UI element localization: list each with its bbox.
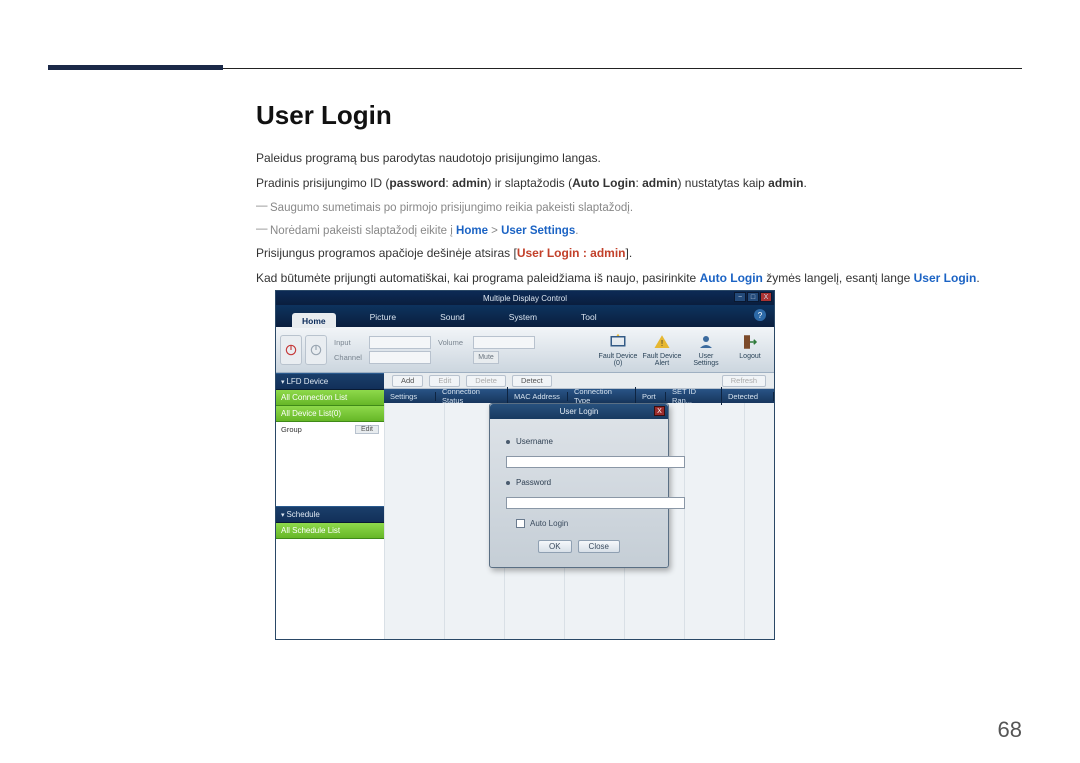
paragraph: Pradinis prisijungimo ID (password: admi… (256, 174, 1022, 193)
sidebar-head-schedule[interactable]: Schedule (276, 506, 384, 523)
add-button[interactable]: Add (392, 375, 423, 387)
tab-home[interactable]: Home (292, 313, 336, 328)
window-titlebar: Multiple Display Control − □ X (276, 291, 774, 305)
sidebar-group-area: Group Edit (276, 422, 384, 506)
username-label: Username (516, 437, 553, 446)
auto-login-label: Auto Login (530, 519, 568, 528)
user-settings-button[interactable]: User Settings (686, 332, 726, 367)
logout-button[interactable]: Logout (730, 332, 770, 367)
paragraph: Prisijungus programos apačioje dešinėje … (256, 244, 1022, 263)
input-select[interactable] (369, 336, 431, 349)
edit-group-button[interactable]: Edit (355, 425, 379, 434)
delete-button[interactable]: Delete (466, 375, 506, 387)
close-button[interactable]: Close (578, 540, 620, 553)
sidebar-item-all-schedule[interactable]: All Schedule List (276, 523, 384, 539)
close-icon[interactable]: X (760, 292, 772, 302)
fault-device-button[interactable]: Fault Device (0) (598, 332, 638, 367)
embedded-screenshot: Multiple Display Control − □ X Home Pict… (275, 290, 775, 640)
toolbar: Input Channel Volume Mute Fault Device (… (276, 327, 774, 373)
tab-sound[interactable]: Sound (430, 309, 475, 324)
tab-picture[interactable]: Picture (360, 309, 406, 324)
username-input[interactable] (506, 456, 685, 468)
input-label: Input (334, 338, 366, 347)
page-heading: User Login (256, 100, 1022, 131)
channel-label: Channel (334, 353, 366, 362)
sidebar-head-lfd[interactable]: LFD Device (276, 373, 384, 390)
volume-select[interactable] (473, 336, 535, 349)
page-number: 68 (998, 717, 1022, 743)
auto-login-checkbox[interactable] (516, 519, 525, 528)
login-dialog: User Login X Username Password Auto Logi… (489, 403, 669, 568)
ok-button[interactable]: OK (538, 540, 572, 553)
sidebar-item-all-connection[interactable]: All Connection List (276, 390, 384, 406)
password-input[interactable] (506, 497, 685, 509)
dash-note: Saugumo sumetimais po pirmojo prisijungi… (270, 199, 1022, 217)
dialog-close-icon[interactable]: X (654, 406, 665, 416)
login-dialog-title: User Login X (490, 404, 668, 419)
maximize-icon[interactable]: □ (747, 292, 759, 302)
mute-button[interactable]: Mute (473, 351, 499, 364)
minimize-icon[interactable]: − (734, 292, 746, 302)
fault-alert-button[interactable]: !Fault Device Alert (642, 332, 682, 367)
svg-text:!: ! (661, 339, 663, 348)
edit-button[interactable]: Edit (429, 375, 460, 387)
refresh-button[interactable]: Refresh (722, 375, 766, 387)
power-on-button[interactable] (280, 335, 302, 365)
menu-bar: Home Picture Sound System Tool ? (276, 305, 774, 327)
power-off-button[interactable] (305, 335, 327, 365)
channel-select[interactable] (369, 351, 431, 364)
table-header: Settings Connection Status MAC Address C… (384, 389, 774, 403)
sidebar: LFD Device All Connection List All Devic… (276, 373, 384, 639)
sidebar-item-all-device[interactable]: All Device List(0) (276, 406, 384, 422)
paragraph: Kad būtumėte prijungti automatiškai, kai… (256, 269, 1022, 288)
data-grid: User Login X Username Password Auto Logi… (384, 403, 774, 639)
help-icon[interactable]: ? (754, 309, 766, 321)
dash-note: Norėdami pakeisti slaptažodį eikite į Ho… (270, 222, 1022, 240)
tab-tool[interactable]: Tool (571, 309, 607, 324)
paragraph: Paleidus programą bus parodytas naudotoj… (256, 149, 1022, 168)
volume-label: Volume (438, 338, 470, 347)
tab-system[interactable]: System (499, 309, 547, 324)
password-label: Password (516, 478, 551, 487)
detect-button[interactable]: Detect (512, 375, 552, 387)
window-title: Multiple Display Control (483, 294, 567, 303)
